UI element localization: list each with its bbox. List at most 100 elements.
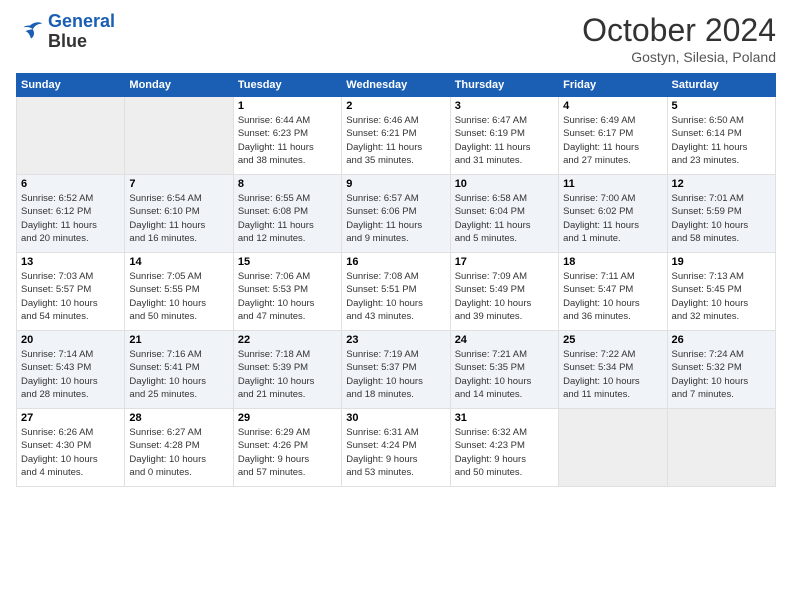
day-number: 22 xyxy=(238,334,337,346)
day-info: Sunrise: 6:57 AM Sunset: 6:06 PM Dayligh… xyxy=(346,192,445,245)
day-info: Sunrise: 7:08 AM Sunset: 5:51 PM Dayligh… xyxy=(346,270,445,323)
day-number: 11 xyxy=(563,178,662,190)
col-header-monday: Monday xyxy=(125,74,233,97)
calendar-cell: 8 Sunrise: 6:55 AM Sunset: 6:08 PM Daylig… xyxy=(233,175,341,253)
calendar-cell: 12 Sunrise: 7:01 AM Sunset: 5:59 PM Dayli… xyxy=(667,175,775,253)
day-number: 7 xyxy=(129,178,228,190)
calendar-cell: 18Sunrise: 7:11 AM Sunset: 5:47 PM Dayli… xyxy=(559,253,667,331)
col-header-thursday: Thursday xyxy=(450,74,558,97)
calendar-cell: 20Sunrise: 7:14 AM Sunset: 5:43 PM Dayli… xyxy=(17,331,125,409)
calendar-cell: 14 Sunrise: 7:05 AM Sunset: 5:55 PM Dayli… xyxy=(125,253,233,331)
day-number: 19 xyxy=(672,256,771,268)
calendar-cell: 10Sunrise: 6:58 AM Sunset: 6:04 PM Dayli… xyxy=(450,175,558,253)
calendar-cell: 1Sunrise: 6:44 AM Sunset: 6:23 PM Daylig… xyxy=(233,97,341,175)
week-row-4: 20Sunrise: 7:14 AM Sunset: 5:43 PM Dayli… xyxy=(17,331,776,409)
day-number: 6 xyxy=(21,178,120,190)
day-info: Sunrise: 7:13 AM Sunset: 5:45 PM Dayligh… xyxy=(672,270,771,323)
day-number: 16 xyxy=(346,256,445,268)
week-row-2: 6 Sunrise: 6:52 AM Sunset: 6:12 PM Daylig… xyxy=(17,175,776,253)
calendar-cell: 5 Sunrise: 6:50 AM Sunset: 6:14 PM Daylig… xyxy=(667,97,775,175)
day-info: Sunrise: 7:05 AM Sunset: 5:55 PM Dayligh… xyxy=(129,270,228,323)
calendar-cell xyxy=(559,409,667,487)
day-info: Sunrise: 6:31 AM Sunset: 4:24 PM Dayligh… xyxy=(346,426,445,479)
col-header-wednesday: Wednesday xyxy=(342,74,450,97)
calendar-cell: 29 Sunrise: 6:29 AM Sunset: 4:26 PM Dayli… xyxy=(233,409,341,487)
calendar-table: SundayMondayTuesdayWednesdayThursdayFrid… xyxy=(16,73,776,487)
day-number: 27 xyxy=(21,412,120,424)
day-info: Sunrise: 7:00 AM Sunset: 6:02 PM Dayligh… xyxy=(563,192,662,245)
day-number: 20 xyxy=(21,334,120,346)
calendar-cell: 19 Sunrise: 7:13 AM Sunset: 5:45 PM Dayli… xyxy=(667,253,775,331)
day-info: Sunrise: 6:52 AM Sunset: 6:12 PM Dayligh… xyxy=(21,192,120,245)
day-number: 17 xyxy=(455,256,554,268)
day-info: Sunrise: 7:18 AM Sunset: 5:39 PM Dayligh… xyxy=(238,348,337,401)
day-info: Sunrise: 6:26 AM Sunset: 4:30 PM Dayligh… xyxy=(21,426,120,479)
day-info: Sunrise: 6:47 AM Sunset: 6:19 PM Dayligh… xyxy=(455,114,554,167)
day-info: Sunrise: 7:01 AM Sunset: 5:59 PM Dayligh… xyxy=(672,192,771,245)
day-number: 25 xyxy=(563,334,662,346)
logo-line1: General xyxy=(48,11,115,31)
logo-line2: Blue xyxy=(48,32,115,52)
title-block: October 2024 Gostyn, Silesia, Poland xyxy=(582,12,776,65)
calendar-cell xyxy=(125,97,233,175)
col-header-tuesday: Tuesday xyxy=(233,74,341,97)
calendar-cell: 7Sunrise: 6:54 AM Sunset: 6:10 PM Daylig… xyxy=(125,175,233,253)
header-row: SundayMondayTuesdayWednesdayThursdayFrid… xyxy=(17,74,776,97)
week-row-1: 1Sunrise: 6:44 AM Sunset: 6:23 PM Daylig… xyxy=(17,97,776,175)
calendar-cell: 15 Sunrise: 7:06 AM Sunset: 5:53 PM Dayli… xyxy=(233,253,341,331)
calendar-cell: 27 Sunrise: 6:26 AM Sunset: 4:30 PM Dayli… xyxy=(17,409,125,487)
day-number: 9 xyxy=(346,178,445,190)
col-header-friday: Friday xyxy=(559,74,667,97)
calendar-cell: 4Sunrise: 6:49 AM Sunset: 6:17 PM Daylig… xyxy=(559,97,667,175)
day-info: Sunrise: 6:44 AM Sunset: 6:23 PM Dayligh… xyxy=(238,114,337,167)
header: General Blue October 2024 Gostyn, Silesi… xyxy=(16,12,776,65)
day-info: Sunrise: 7:24 AM Sunset: 5:32 PM Dayligh… xyxy=(672,348,771,401)
calendar-cell: 13 Sunrise: 7:03 AM Sunset: 5:57 PM Dayli… xyxy=(17,253,125,331)
calendar-cell: 11 Sunrise: 7:00 AM Sunset: 6:02 PM Dayli… xyxy=(559,175,667,253)
location-subtitle: Gostyn, Silesia, Poland xyxy=(582,49,776,65)
day-info: Sunrise: 7:06 AM Sunset: 5:53 PM Dayligh… xyxy=(238,270,337,323)
day-info: Sunrise: 6:55 AM Sunset: 6:08 PM Dayligh… xyxy=(238,192,337,245)
day-number: 15 xyxy=(238,256,337,268)
calendar-cell: 22 Sunrise: 7:18 AM Sunset: 5:39 PM Dayli… xyxy=(233,331,341,409)
day-info: Sunrise: 7:19 AM Sunset: 5:37 PM Dayligh… xyxy=(346,348,445,401)
day-info: Sunrise: 7:21 AM Sunset: 5:35 PM Dayligh… xyxy=(455,348,554,401)
day-number: 12 xyxy=(672,178,771,190)
calendar-cell: 6 Sunrise: 6:52 AM Sunset: 6:12 PM Daylig… xyxy=(17,175,125,253)
day-number: 4 xyxy=(563,100,662,112)
calendar-cell: 24 Sunrise: 7:21 AM Sunset: 5:35 PM Dayli… xyxy=(450,331,558,409)
day-info: Sunrise: 6:29 AM Sunset: 4:26 PM Dayligh… xyxy=(238,426,337,479)
col-header-sunday: Sunday xyxy=(17,74,125,97)
day-info: Sunrise: 7:16 AM Sunset: 5:41 PM Dayligh… xyxy=(129,348,228,401)
day-number: 24 xyxy=(455,334,554,346)
week-row-5: 27 Sunrise: 6:26 AM Sunset: 4:30 PM Dayli… xyxy=(17,409,776,487)
day-number: 8 xyxy=(238,178,337,190)
calendar-cell: 31Sunrise: 6:32 AM Sunset: 4:23 PM Dayli… xyxy=(450,409,558,487)
day-number: 18 xyxy=(563,256,662,268)
day-info: Sunrise: 6:50 AM Sunset: 6:14 PM Dayligh… xyxy=(672,114,771,167)
calendar-cell: 3Sunrise: 6:47 AM Sunset: 6:19 PM Daylig… xyxy=(450,97,558,175)
day-number: 23 xyxy=(346,334,445,346)
day-info: Sunrise: 7:03 AM Sunset: 5:57 PM Dayligh… xyxy=(21,270,120,323)
calendar-cell xyxy=(667,409,775,487)
day-number: 5 xyxy=(672,100,771,112)
calendar-cell: 30 Sunrise: 6:31 AM Sunset: 4:24 PM Dayli… xyxy=(342,409,450,487)
calendar-cell: 17Sunrise: 7:09 AM Sunset: 5:49 PM Dayli… xyxy=(450,253,558,331)
day-number: 13 xyxy=(21,256,120,268)
day-info: Sunrise: 6:27 AM Sunset: 4:28 PM Dayligh… xyxy=(129,426,228,479)
day-number: 14 xyxy=(129,256,228,268)
calendar-cell: 21 Sunrise: 7:16 AM Sunset: 5:41 PM Dayli… xyxy=(125,331,233,409)
day-number: 30 xyxy=(346,412,445,424)
day-number: 21 xyxy=(129,334,228,346)
calendar-cell: 9 Sunrise: 6:57 AM Sunset: 6:06 PM Daylig… xyxy=(342,175,450,253)
calendar-cell: 23 Sunrise: 7:19 AM Sunset: 5:37 PM Dayli… xyxy=(342,331,450,409)
day-number: 29 xyxy=(238,412,337,424)
week-row-3: 13 Sunrise: 7:03 AM Sunset: 5:57 PM Dayli… xyxy=(17,253,776,331)
day-number: 28 xyxy=(129,412,228,424)
day-info: Sunrise: 7:22 AM Sunset: 5:34 PM Dayligh… xyxy=(563,348,662,401)
day-number: 2 xyxy=(346,100,445,112)
logo-text: General Blue xyxy=(48,12,115,52)
day-number: 26 xyxy=(672,334,771,346)
day-info: Sunrise: 6:46 AM Sunset: 6:21 PM Dayligh… xyxy=(346,114,445,167)
calendar-cell: 2 Sunrise: 6:46 AM Sunset: 6:21 PM Daylig… xyxy=(342,97,450,175)
